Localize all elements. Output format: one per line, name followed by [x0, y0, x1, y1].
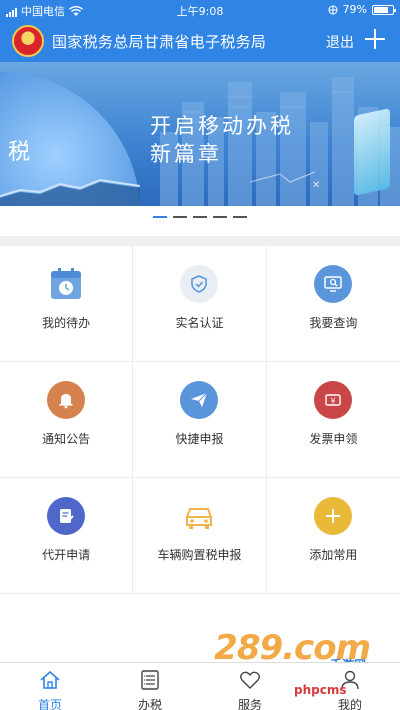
battery-icon	[372, 4, 396, 15]
svg-text:¥: ¥	[331, 397, 336, 406]
function-grid: 我的待办 实名认证 我要查询 通知公告 快捷申报 ¥ 发票申领 代开申请 车辆购…	[0, 246, 400, 596]
grid-item-proxy-invoice[interactable]: 代开申请	[0, 478, 134, 594]
yen-ticket-icon: ¥	[314, 381, 353, 419]
banner-slogan-line1: 开启移动办税	[150, 114, 294, 138]
tab-label: 服务	[237, 698, 262, 710]
shield-check-icon	[180, 265, 219, 303]
tab-service[interactable]: 服务	[200, 663, 300, 710]
banner-slogan-line2: 新篇章	[150, 142, 222, 166]
battery-percent: 79%	[342, 3, 367, 16]
list-icon	[141, 670, 159, 690]
app-header: 国家税务总局甘肃省电子税务局 退出	[0, 20, 400, 62]
banner-tax-char: 税	[8, 140, 31, 165]
status-bar: 中国电信 上午9:08 79%	[0, 0, 400, 20]
great-wall-graphic	[0, 178, 140, 206]
battery-fill	[374, 6, 389, 13]
grid-item-quick-declare[interactable]: 快捷申报	[133, 362, 267, 478]
grid-item-label: 通知公告	[42, 432, 91, 446]
tab-label: 我的	[337, 698, 362, 710]
grid-item-my-todo[interactable]: 我的待办	[0, 246, 134, 362]
status-right: 79%	[328, 3, 396, 16]
svg-text:✕: ✕	[312, 180, 320, 191]
grid-item-query[interactable]: 我要查询	[266, 246, 400, 362]
grid-item-label: 代开申请	[42, 548, 91, 562]
pager-dot[interactable]	[193, 216, 207, 218]
grid-item-label: 我要查询	[309, 316, 358, 330]
tax-emblem-icon	[12, 25, 44, 57]
grid-item-label: 快捷申报	[175, 432, 224, 446]
tab-tax[interactable]: 办税	[100, 663, 200, 710]
grid-item-vehicle-tax[interactable]: 车辆购置税申报	[133, 478, 267, 594]
banner-pager	[0, 216, 400, 218]
location-icon	[328, 5, 338, 14]
logout-button[interactable]: 退出	[326, 32, 354, 52]
add-menu-button[interactable]	[364, 27, 386, 49]
document-edit-icon	[47, 497, 86, 535]
watermark-site: phpcms	[294, 683, 347, 697]
section-divider	[0, 236, 400, 246]
home-icon	[40, 670, 60, 689]
device-graphic	[354, 108, 390, 196]
bell-icon	[47, 381, 86, 419]
grid-item-label: 实名认证	[175, 316, 224, 330]
tab-label: 办税	[137, 698, 162, 710]
promo-banner[interactable]: ✕ 税 开启移动办税 新篇章	[0, 62, 400, 206]
grid-item-label: 车辆购置税申报	[157, 548, 242, 562]
tab-label: 首页	[37, 698, 62, 710]
car-icon	[180, 497, 218, 535]
plus-circle-icon	[314, 497, 353, 535]
grid-item-realname-auth[interactable]: 实名认证	[133, 246, 267, 362]
calendar-clock-icon	[47, 265, 85, 303]
tab-home[interactable]: 首页	[0, 663, 100, 710]
grid-item-add-favorite[interactable]: 添加常用	[266, 478, 400, 594]
grid-item-invoice-apply[interactable]: ¥ 发票申领	[266, 362, 400, 478]
monitor-search-icon	[314, 265, 353, 303]
grid-item-label: 添加常用	[309, 548, 358, 562]
paper-plane-icon	[180, 381, 219, 419]
heart-icon	[240, 671, 260, 689]
pager-dot[interactable]	[213, 216, 227, 218]
grid-item-label: 我的待办	[42, 316, 91, 330]
grid-item-notice[interactable]: 通知公告	[0, 362, 134, 478]
pager-dot[interactable]	[233, 216, 247, 218]
pager-dot[interactable]	[173, 216, 187, 218]
pager-dot[interactable]	[153, 216, 167, 218]
grid-item-label: 发票申领	[309, 432, 358, 446]
page-title: 国家税务总局甘肃省电子税务局	[52, 33, 267, 51]
